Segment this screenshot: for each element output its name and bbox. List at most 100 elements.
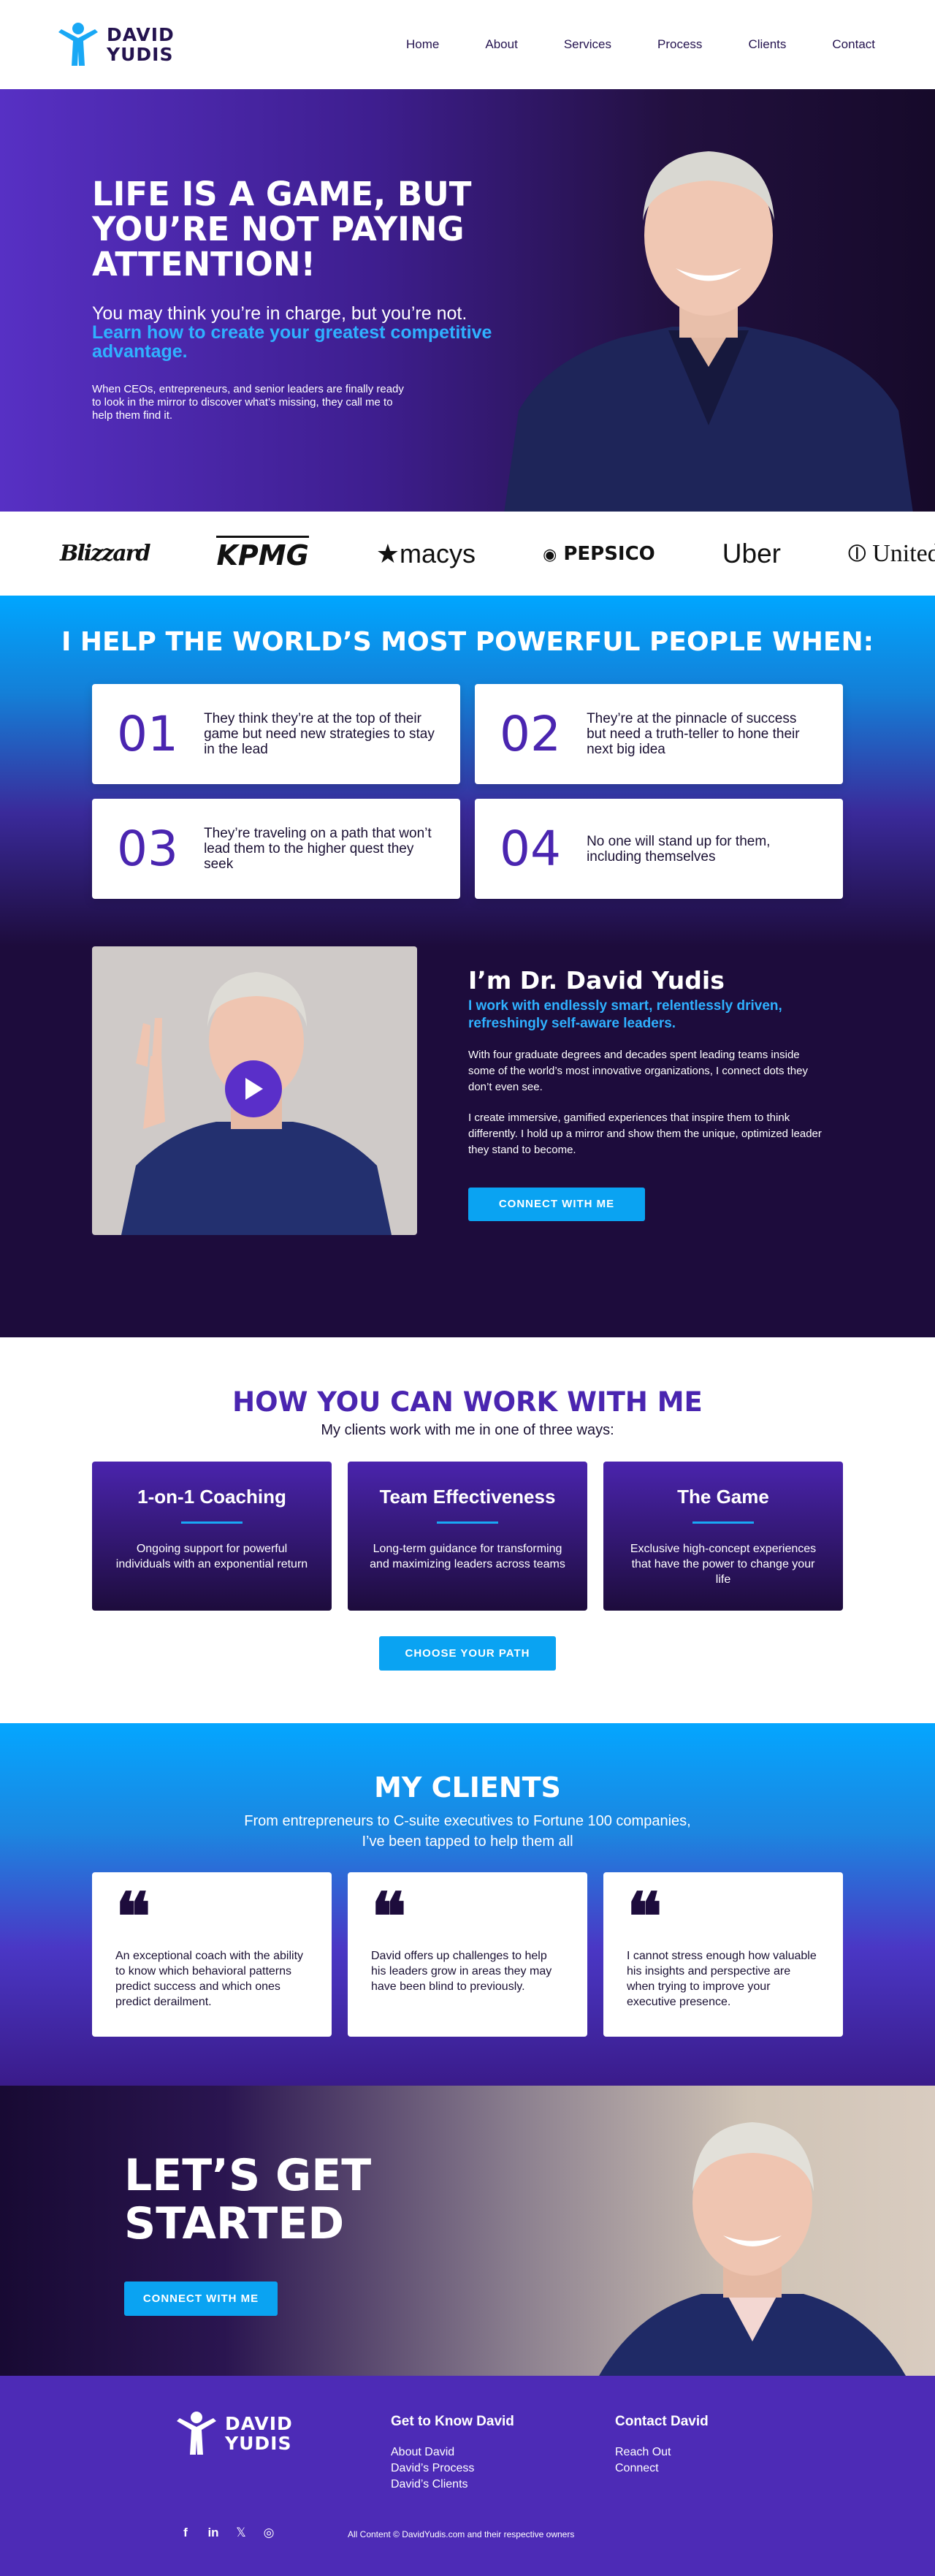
main-nav: Home About Services Process Clients Cont… xyxy=(406,37,875,52)
work-subtitle: My clients work with me in one of three … xyxy=(321,1422,614,1438)
quote-icon: ❝ xyxy=(371,1878,406,1956)
help-card: 04 No one will stand up for them, includi… xyxy=(475,799,843,899)
help-card: 01 They think they’re at the top of their… xyxy=(92,684,460,784)
work-card-title: The Game xyxy=(677,1486,769,1508)
person-logo-icon xyxy=(58,23,98,66)
instagram-icon[interactable]: ◎ xyxy=(262,2526,276,2540)
uber-logo: Uber xyxy=(722,538,781,569)
testimonial-text: I cannot stress enough how valuable his … xyxy=(627,1950,817,2008)
nav-clients[interactable]: Clients xyxy=(748,37,786,52)
hero-section: Life is a game, but you’re not paying at… xyxy=(0,89,935,512)
footer-col-title: Contact David xyxy=(615,2414,709,2429)
pepsico-logo: ◉ PEPSICO xyxy=(543,543,655,565)
about-text: I’m Dr. David Yudis I work with endlessl… xyxy=(468,966,826,1221)
help-card: 02 They’re at the pinnacle of success but… xyxy=(475,684,843,784)
work-card-team[interactable]: Team Effectiveness Long-term guidance for… xyxy=(348,1462,587,1611)
help-card: 03 They’re traveling on a path that won’t… xyxy=(92,799,460,899)
clients-heading: MY CLIENTS xyxy=(374,1771,561,1804)
choose-path-button[interactable]: CHOOSE YOUR PATH xyxy=(379,1636,556,1671)
quote-icon: ❝ xyxy=(115,1878,150,1956)
work-card-text: Exclusive high-concept experiences that … xyxy=(630,1543,817,1586)
help-card-text: They think they’re at the top of their g… xyxy=(204,711,435,757)
connect-button-footer[interactable]: CONNECT WITH ME xyxy=(124,2281,278,2316)
about-paragraph: With four graduate degrees and decades s… xyxy=(468,1049,808,1093)
linkedin-icon[interactable]: in xyxy=(206,2526,221,2540)
footer-logo[interactable]: DAVID YUDIS xyxy=(175,2411,293,2456)
divider xyxy=(437,1521,498,1524)
person-logo-icon xyxy=(177,2412,216,2455)
brand-name-line1: DAVID xyxy=(107,24,175,45)
site-footer: DAVID YUDIS Get to Know David About Davi… xyxy=(0,2376,935,2576)
help-card-number: 04 xyxy=(500,821,561,877)
help-card-number: 01 xyxy=(117,706,178,762)
footer-col-title: Get to Know David xyxy=(391,2414,514,2429)
help-card-number: 03 xyxy=(117,821,178,877)
help-card-text: They’re at the pinnacle of success but n… xyxy=(587,711,800,757)
help-card-number: 02 xyxy=(500,706,561,762)
client-logos-strip: Blizzard KPMG ★macys ◉ PEPSICO Uber ⦶ Un… xyxy=(0,512,935,596)
work-card-title: Team Effectiveness xyxy=(379,1486,556,1508)
kpmg-logo: KPMG xyxy=(216,536,309,571)
nav-process[interactable]: Process xyxy=(657,37,702,52)
get-started-portrait-image xyxy=(599,2122,906,2376)
testimonial-card: ❝ David offers up challenges to help his … xyxy=(348,1872,587,2037)
footer-link-about[interactable]: About David xyxy=(391,2444,514,2461)
footer-col-know: Get to Know David About David David’s Pr… xyxy=(391,2414,514,2493)
x-icon[interactable]: 𝕏 xyxy=(234,2526,248,2540)
star-icon: ★ xyxy=(375,538,400,569)
nav-about[interactable]: About xyxy=(485,37,517,52)
work-card-title: 1-on-1 Coaching xyxy=(137,1486,286,1508)
footer-link-reach-out[interactable]: Reach Out xyxy=(615,2444,709,2461)
divider xyxy=(181,1521,243,1524)
intro-video[interactable] xyxy=(92,946,417,1235)
work-section: HOW YOU CAN WORK WITH ME My clients work… xyxy=(0,1337,935,1723)
pepsico-globe-icon: ◉ xyxy=(543,545,557,564)
united-globe-icon: ⦶ xyxy=(848,539,866,567)
united-logo: ⦶ United xyxy=(848,540,935,568)
work-card-text: Ongoing support for powerful individuals… xyxy=(115,1543,308,1570)
testimonial-card: ❝ An exceptional coach with the ability t… xyxy=(92,1872,332,2037)
footer-link-connect[interactable]: Connect xyxy=(615,2461,709,2477)
macys-wordmark: macys xyxy=(400,538,476,569)
footer-brand-line2: YUDIS xyxy=(225,2433,292,2454)
social-links: f in 𝕏 ◎ xyxy=(178,2526,276,2540)
work-card-game[interactable]: The Game Exclusive high-concept experienc… xyxy=(603,1462,843,1611)
footer-link-process[interactable]: David’s Process xyxy=(391,2461,514,2477)
footer-brand-name: DAVID YUDIS xyxy=(225,2414,293,2453)
nav-contact[interactable]: Contact xyxy=(832,37,875,52)
nav-services[interactable]: Services xyxy=(564,37,611,52)
blizzard-logo: Blizzard xyxy=(60,541,150,566)
nav-home[interactable]: Home xyxy=(406,37,439,52)
help-section: I HELP THE WORLD’S MOST POWERFUL PEOPLE … xyxy=(0,596,935,946)
footer-link-clients[interactable]: David’s Clients xyxy=(391,2477,514,2493)
get-started-section: LET’S GET STARTED CONNECT WITH ME xyxy=(0,2086,935,2376)
facebook-icon[interactable]: f xyxy=(178,2526,193,2540)
work-cards: 1-on-1 Coaching Ongoing support for power… xyxy=(92,1462,843,1611)
connect-button[interactable]: CONNECT WITH ME xyxy=(468,1188,645,1221)
clients-subtitle: From entrepreneurs to C-suite executives… xyxy=(244,1813,691,1850)
work-card-coaching[interactable]: 1-on-1 Coaching Ongoing support for power… xyxy=(92,1462,332,1611)
about-paragraph: I create immersive, gamified experiences… xyxy=(468,1112,822,1156)
work-card-text: Long-term guidance for transforming and … xyxy=(370,1543,565,1570)
get-started-heading: LET’S GET STARTED xyxy=(124,2150,372,2249)
help-cards: 01 They think they’re at the top of their… xyxy=(92,684,843,899)
testimonial-text: David offers up challenges to help his l… xyxy=(371,1950,552,1993)
help-card-text: No one will stand up for them, including… xyxy=(587,833,771,865)
footer-brand-line1: DAVID xyxy=(225,2413,293,2434)
play-button[interactable] xyxy=(225,1060,282,1117)
macys-logo: ★macys xyxy=(376,539,476,569)
pepsico-wordmark: PEPSICO xyxy=(563,542,655,565)
help-title: I HELP THE WORLD’S MOST POWERFUL PEOPLE … xyxy=(61,627,874,657)
about-heading: I’m Dr. David Yudis xyxy=(468,966,725,995)
copyright: All Content © DavidYudis.com and their r… xyxy=(348,2529,575,2539)
about-highlight: I work with endlessly smart, relentlessl… xyxy=(468,998,782,1031)
brand-name: DAVID YUDIS xyxy=(107,25,175,64)
footer-col-contact: Contact David Reach Out Connect xyxy=(615,2414,709,2477)
help-card-text: They’re traveling on a path that won’t l… xyxy=(204,826,432,872)
work-heading: HOW YOU CAN WORK WITH ME xyxy=(232,1386,703,1418)
brand-logo[interactable]: DAVID YUDIS xyxy=(57,22,175,67)
about-section: I’m Dr. David Yudis I work with endlessl… xyxy=(0,946,935,1337)
testimonials: ❝ An exceptional coach with the ability t… xyxy=(92,1872,843,2037)
play-icon xyxy=(245,1078,263,1100)
clients-section: MY CLIENTS From entrepreneurs to C-suite… xyxy=(0,1723,935,2086)
